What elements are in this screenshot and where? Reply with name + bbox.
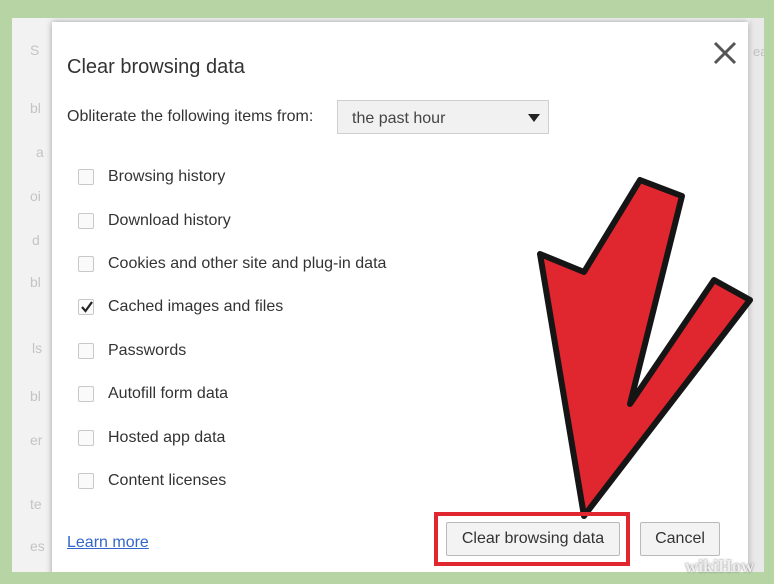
checkbox[interactable]	[78, 386, 94, 402]
background-text: er	[30, 432, 43, 448]
red-arrow-icon	[537, 177, 753, 519]
background-search-text: ea	[753, 44, 764, 59]
time-range-dropdown[interactable]: the past hour	[337, 100, 549, 134]
background-text: d	[32, 232, 40, 248]
checkbox[interactable]	[78, 213, 94, 229]
background-text: te	[30, 496, 42, 512]
learn-more-link[interactable]: Learn more	[67, 534, 149, 552]
checkbox-checked[interactable]	[78, 299, 94, 315]
option-label: Cookies and other site and plug-in data	[108, 255, 387, 272]
option-label: Hosted app data	[108, 429, 226, 446]
option-label: Content licenses	[108, 472, 227, 489]
background-text: S	[30, 42, 40, 58]
clear-browsing-data-dialog: Clear browsing data Obliterate the follo…	[52, 22, 753, 572]
option-label: Download history	[108, 212, 231, 229]
checkbox[interactable]	[78, 256, 94, 272]
background-text: oi	[30, 188, 41, 204]
option-label: Browsing history	[108, 168, 226, 185]
option-label: Passwords	[108, 342, 187, 359]
screenshot-frame: S bl a oi d bl ls bl er te es ea Clear b…	[12, 18, 764, 572]
checkbox[interactable]	[78, 169, 94, 185]
close-button[interactable]	[710, 38, 740, 68]
checkbox[interactable]	[78, 473, 94, 489]
wikihow-watermark: wikiHow	[685, 556, 755, 576]
background-text: a	[36, 144, 44, 160]
time-range-value: the past hour	[352, 110, 446, 127]
checkbox[interactable]	[78, 430, 94, 446]
background-text: bl	[30, 274, 41, 290]
cancel-button[interactable]: Cancel	[640, 522, 720, 556]
background-text: bl	[30, 388, 41, 404]
clear-browsing-data-button[interactable]: Clear browsing data	[446, 522, 620, 556]
time-range-label: Obliterate the following items from:	[67, 108, 314, 125]
background-text: ls	[32, 340, 43, 356]
chevron-down-icon	[528, 114, 540, 122]
checkmark-icon	[81, 301, 93, 313]
background-text: bl	[30, 100, 41, 116]
close-icon	[713, 41, 737, 65]
option-label: Cached images and files	[108, 298, 284, 315]
background-text: es	[30, 538, 45, 554]
checkbox[interactable]	[78, 343, 94, 359]
option-label: Autofill form data	[108, 385, 229, 402]
dialog-title: Clear browsing data	[67, 56, 245, 78]
